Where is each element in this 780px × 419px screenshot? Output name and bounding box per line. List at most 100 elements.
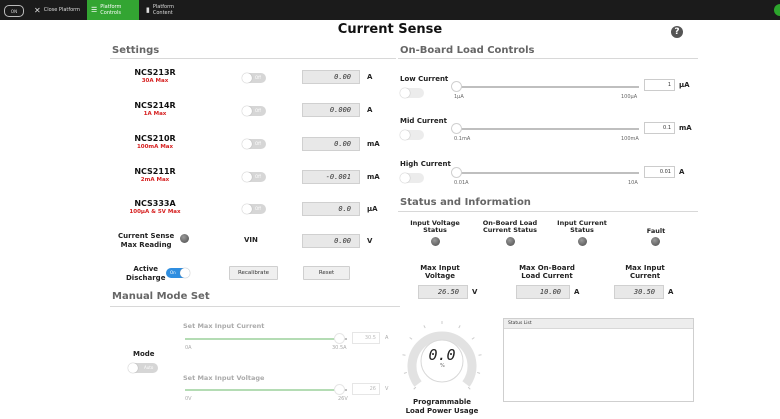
max-input-current-max: 30.5A: [332, 345, 347, 351]
mode-label: Mode: [133, 350, 155, 358]
low-current-label: Low Current: [400, 75, 449, 83]
max-input-voltage-slider[interactable]: [185, 389, 347, 391]
ncs210r-readout: 0.00: [302, 137, 360, 151]
input-current-status-label: Input Current Status: [557, 219, 607, 234]
ncs214r-toggle[interactable]: Off: [242, 106, 266, 116]
max-input-current-slider[interactable]: [185, 338, 347, 340]
gauge-tick: [403, 371, 407, 374]
vin-unit: V: [367, 237, 373, 245]
help-icon[interactable]: ?: [671, 26, 683, 38]
gauge-value: 0.0: [428, 346, 456, 364]
load-current-status-led: [506, 237, 515, 246]
gauge-tick: [423, 325, 426, 329]
recalibrate-button[interactable]: Recalibrate: [229, 266, 278, 280]
vin-label: VIN: [244, 236, 258, 244]
high-current-max: 10A: [628, 180, 638, 186]
max-input-voltage-unit: V: [385, 386, 389, 392]
max-input-voltage-knob[interactable]: [333, 384, 345, 395]
max-load-current-readout: 10.00: [516, 285, 570, 299]
gauge-tick: [409, 337, 413, 340]
document-icon: ▮: [146, 6, 150, 14]
max-input-current-knob[interactable]: [333, 333, 345, 344]
mode-toggle[interactable]: Auto: [128, 363, 158, 373]
high-current-entry[interactable]: 0.01: [644, 166, 675, 178]
status-list[interactable]: Status List: [503, 318, 694, 402]
input-voltage-status-led: [431, 237, 440, 246]
low-current-max: 100µA: [621, 94, 638, 100]
mid-current-knob[interactable]: [451, 123, 462, 134]
ncs211r-unit: mA: [367, 173, 380, 181]
manual-mode-divider: [110, 306, 400, 307]
load-controls-divider: [398, 58, 698, 59]
platform-controls-tab[interactable]: ☰ Platform Controls: [87, 0, 139, 20]
ncs211r-readout: -0.001: [302, 170, 360, 184]
ncs211r-toggle[interactable]: Off: [242, 172, 266, 182]
status-list-header: Status List: [504, 319, 693, 329]
part-ncs211r: NCS211R 2mA Max: [134, 167, 176, 183]
low-current-knob[interactable]: [451, 81, 462, 92]
close-platform-tab[interactable]: ✕ Close Platform: [30, 0, 86, 20]
settings-title: Settings: [112, 45, 160, 56]
max-input-current-entry[interactable]: 30.5: [352, 332, 380, 344]
max-input-voltage-readout-unit: V: [472, 288, 478, 296]
max-input-voltage-label: Set Max Input Voltage: [183, 374, 265, 382]
max-input-voltage-info-label: Max Input Voltage: [420, 264, 460, 280]
fault-led: [651, 237, 660, 246]
low-current-toggle[interactable]: [400, 88, 424, 98]
status-dot-icon: [774, 4, 780, 16]
platform-content-tab[interactable]: ▮ Platform Content: [142, 0, 198, 20]
low-current-slider[interactable]: [456, 86, 639, 88]
max-reading-label: Current Sense Max Reading: [118, 232, 175, 249]
ncs333a-toggle[interactable]: Off: [242, 204, 266, 214]
load-controls-title: On-Board Load Controls: [400, 45, 535, 56]
ncs214r-readout: 0.000: [302, 103, 360, 117]
gauge-tick: [458, 325, 461, 329]
high-current-knob[interactable]: [451, 167, 462, 178]
ncs213r-toggle[interactable]: Off: [242, 73, 266, 83]
load-current-status-label: On-Board Load Current Status: [482, 219, 538, 234]
gauge-tick: [467, 386, 471, 390]
ncs210r-toggle[interactable]: Off: [242, 139, 266, 149]
low-current-entry[interactable]: 1: [644, 79, 675, 91]
list-icon: ☰: [91, 6, 98, 14]
max-input-current-info-label: Max Input Current: [625, 264, 665, 280]
part-ncs213r: NCS213R 30A Max: [134, 68, 176, 84]
ncs213r-unit: A: [367, 73, 373, 81]
high-current-toggle[interactable]: [400, 173, 424, 183]
input-current-status-led: [578, 237, 587, 246]
max-input-current-readout: 30.50: [614, 285, 664, 299]
max-load-current-info-label: Max On-Board Load Current: [519, 264, 575, 280]
mid-current-unit: mA: [679, 124, 692, 132]
ncs213r-readout: 0.00: [302, 70, 360, 84]
mid-current-label: Mid Current: [400, 117, 447, 125]
reset-button[interactable]: Reset: [303, 266, 350, 280]
active-discharge-toggle[interactable]: On: [166, 268, 190, 278]
max-load-current-readout-unit: A: [574, 288, 580, 296]
mid-current-entry[interactable]: 0.1: [644, 122, 675, 134]
high-current-label: High Current: [400, 160, 451, 168]
page-title: Current Sense: [337, 22, 443, 37]
ncs210r-unit: mA: [367, 140, 380, 148]
max-input-current-unit: A: [385, 335, 389, 341]
low-current-unit: µA: [679, 81, 690, 89]
low-current-min: 1µA: [454, 94, 464, 100]
max-reading-led: [180, 234, 189, 243]
max-input-voltage-entry[interactable]: 26: [352, 383, 380, 395]
high-current-slider[interactable]: [456, 172, 639, 174]
ncs214r-unit: A: [367, 106, 373, 114]
high-current-min: 0.01A: [454, 180, 469, 186]
gauge-tick: [477, 371, 481, 374]
status-divider: [398, 211, 698, 212]
mid-current-slider[interactable]: [456, 128, 639, 130]
max-input-voltage-min: 0V: [185, 396, 192, 402]
gauge-caption: Programmable Load Power Usage: [405, 398, 479, 415]
mid-current-toggle[interactable]: [400, 130, 424, 140]
high-current-unit: A: [679, 168, 685, 176]
mid-current-min: 0.1mA: [454, 136, 471, 142]
ncs333a-readout: 0.0: [302, 202, 360, 216]
input-voltage-status-label: Input Voltage Status: [410, 219, 460, 234]
max-input-current-label: Set Max Input Current: [183, 322, 265, 330]
fault-label: Fault: [646, 227, 666, 235]
close-icon: ✕: [34, 5, 41, 15]
max-input-voltage-readout: 26.50: [418, 285, 468, 299]
